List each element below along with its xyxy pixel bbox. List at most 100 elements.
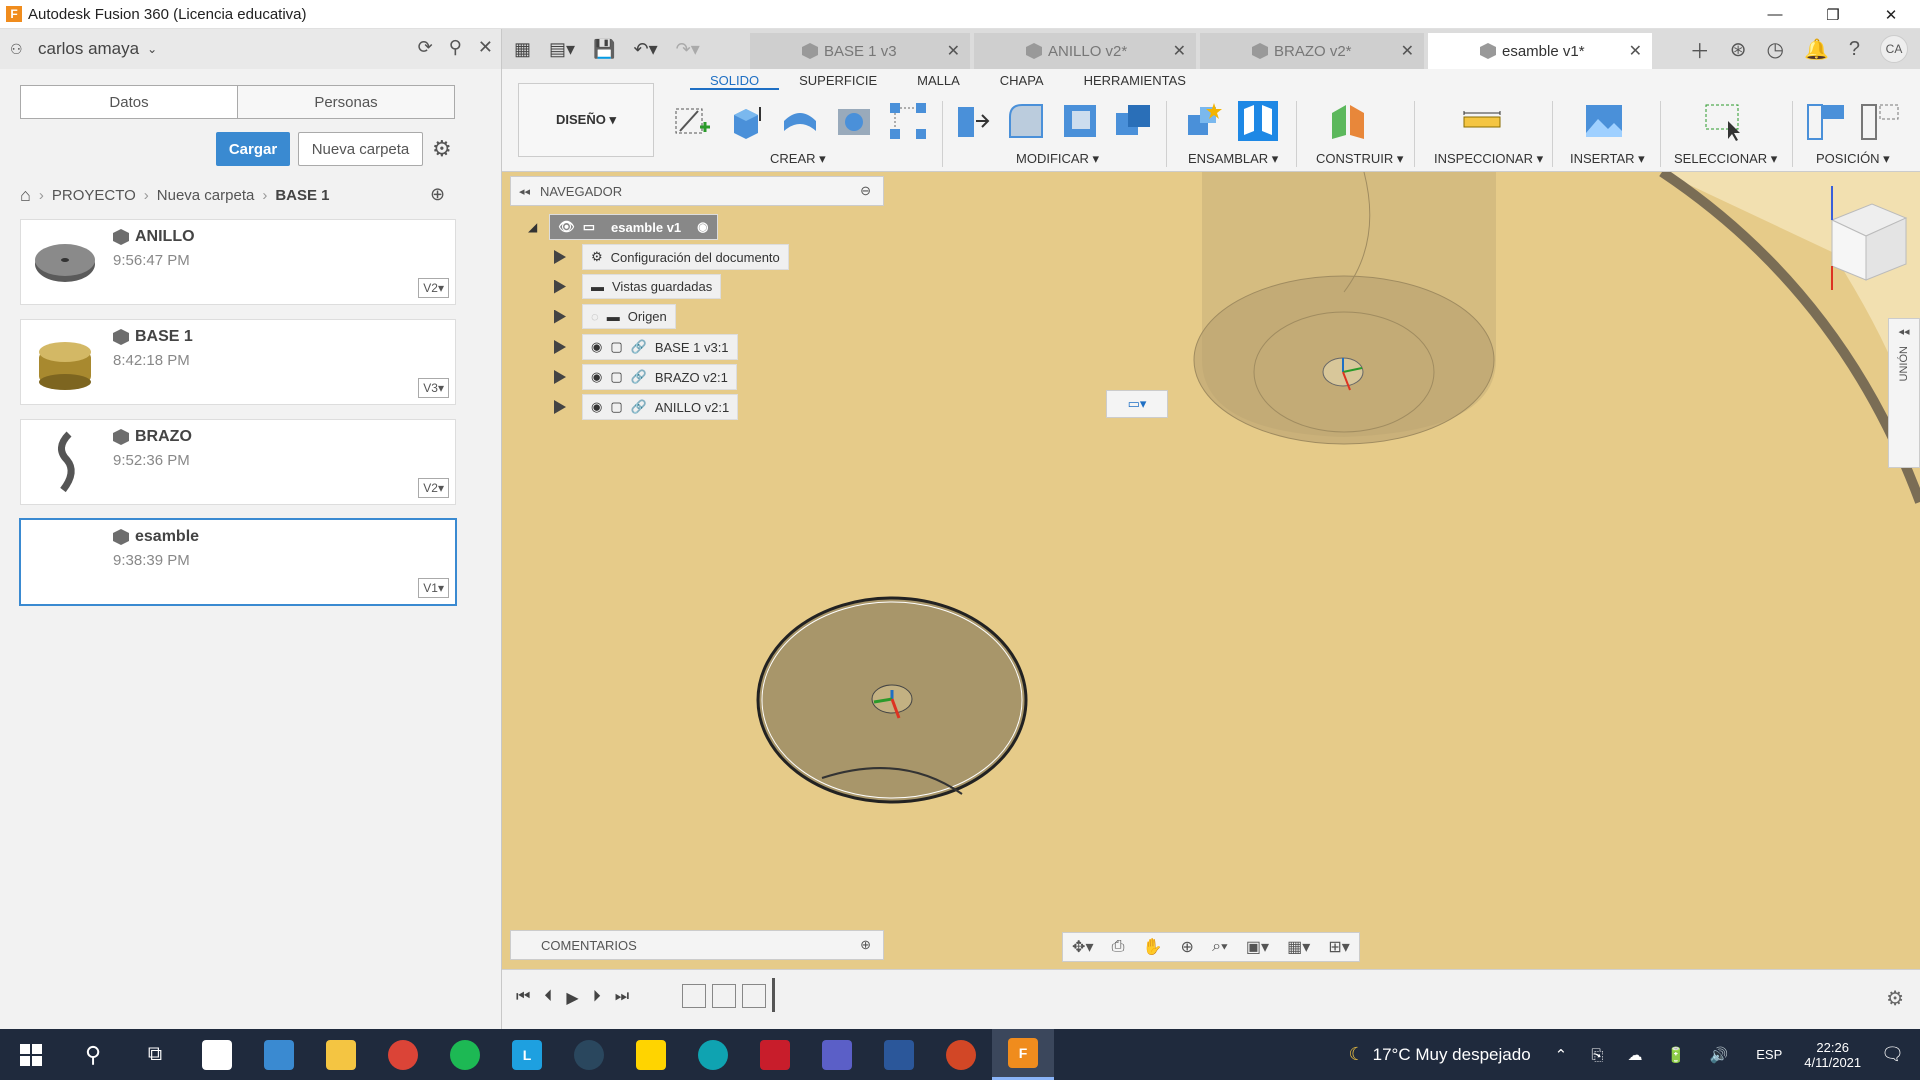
chrome-icon[interactable]	[372, 1029, 434, 1080]
expand-triangle-icon[interactable]	[554, 400, 566, 414]
comments-panel[interactable]: COMENTARIOS ⊕	[510, 930, 884, 960]
file-card-anillo[interactable]: ANILLO 9:56:47 PM V2▾	[20, 219, 456, 305]
close-tab-icon[interactable]: ✕	[947, 41, 960, 61]
minimize-button[interactable]: —	[1746, 0, 1804, 29]
gear-icon[interactable]: ⚙	[432, 136, 452, 162]
look-at-icon[interactable]: ⎙	[1112, 938, 1125, 956]
zoom-icon[interactable]: ⊕	[1181, 937, 1194, 957]
group-posicion[interactable]: POSICIÓN ▾	[1816, 151, 1890, 167]
eye-icon[interactable]: ◉	[591, 339, 602, 355]
timeline-settings-icon[interactable]: ⚙	[1886, 986, 1904, 1011]
extensions-icon[interactable]: ⊛	[1730, 37, 1747, 62]
minimize-panel-icon[interactable]: ⊖	[860, 183, 871, 199]
pan-icon[interactable]: ✋	[1143, 937, 1163, 957]
tab-personas[interactable]: Personas	[238, 86, 454, 118]
teams-icon[interactable]	[806, 1029, 868, 1080]
tree-root[interactable]: ◢ 👁 ▭ esamble v1 ◉	[528, 214, 718, 240]
weather-text[interactable]: 17°C Muy despejado	[1373, 1045, 1531, 1065]
timeline-feature-icon[interactable]	[712, 984, 736, 1008]
workspace-switcher[interactable]: DISEÑO ▾	[518, 83, 654, 157]
breadcrumb-project[interactable]: PROYECTO	[52, 187, 136, 204]
l-app-icon[interactable]: L	[496, 1029, 558, 1080]
play-icon[interactable]: ▶	[566, 988, 578, 1008]
tab-malla[interactable]: MALLA	[897, 73, 980, 90]
group-crear[interactable]: CREAR ▾	[770, 151, 826, 167]
group-seleccionar[interactable]: SELECCIONAR ▾	[1674, 151, 1777, 167]
tab-chapa[interactable]: CHAPA	[980, 73, 1064, 90]
expand-triangle-icon[interactable]	[554, 340, 566, 354]
fit-icon[interactable]: ⌕▾	[1212, 938, 1228, 956]
team-icon[interactable]: ⚇	[10, 41, 30, 58]
go-to-start-icon[interactable]: ⏮	[516, 988, 530, 1008]
home-icon[interactable]: ⌂	[20, 185, 31, 206]
step-back-icon[interactable]: ⏴	[544, 988, 552, 1008]
file-card-base1[interactable]: BASE 1 8:42:18 PM V3▾	[20, 319, 456, 405]
navigator-header[interactable]: ◂◂ NAVEGADOR ⊖	[510, 176, 884, 206]
eye-hidden-icon[interactable]: ◌	[591, 309, 599, 324]
file-explorer-icon[interactable]	[310, 1029, 372, 1080]
tree-item[interactable]: ▬ Vistas guardadas	[554, 274, 722, 299]
view-cube[interactable]	[1802, 180, 1912, 290]
search-icon[interactable]: ⚲	[449, 37, 462, 58]
step-forward-icon[interactable]: ⏵	[593, 988, 601, 1008]
new-tab-icon[interactable]: ＋	[1690, 35, 1710, 64]
version-badge[interactable]: V1▾	[418, 578, 449, 598]
tab-esamble[interactable]: esamble v1* ✕	[1428, 33, 1652, 69]
search-icon[interactable]: ⚲	[62, 1029, 124, 1080]
undo-icon[interactable]: ↶▾	[633, 39, 657, 60]
capture-position-icon[interactable]	[1806, 101, 1846, 141]
display-mode-icon[interactable]: ▣▾	[1246, 937, 1269, 957]
orbit-icon[interactable]: ✥▾	[1072, 937, 1093, 957]
user-name[interactable]: carlos amaya	[38, 39, 139, 59]
pattern-icon[interactable]	[888, 101, 928, 141]
fillet-icon[interactable]	[1006, 101, 1046, 141]
tree-item[interactable]: ◉ ▢ 🔗 ANILLO v2:1	[554, 394, 739, 420]
group-construir[interactable]: CONSTRUIR ▾	[1316, 151, 1403, 167]
tab-anillo[interactable]: ANILLO v2* ✕	[974, 33, 1196, 69]
expand-icon[interactable]: ◂◂	[1898, 325, 1909, 338]
clock[interactable]: 22:26 4/11/2021	[1804, 1040, 1861, 1070]
revert-position-icon[interactable]	[1860, 101, 1900, 141]
spotify-icon[interactable]	[434, 1029, 496, 1080]
tab-datos[interactable]: Datos	[21, 86, 238, 118]
steam-icon[interactable]	[558, 1029, 620, 1080]
tab-brazo[interactable]: BRAZO v2* ✕	[1200, 33, 1424, 69]
joint-icon[interactable]	[1238, 101, 1278, 141]
insert-image-icon[interactable]	[1584, 101, 1624, 141]
create-sketch-icon[interactable]	[672, 101, 712, 141]
chevron-down-icon[interactable]: ⌄	[147, 42, 157, 56]
tab-superficie[interactable]: SUPERFICIE	[779, 73, 897, 90]
collapse-triangle-icon[interactable]: ◢	[528, 220, 537, 234]
tree-item[interactable]: ⚙ Configuración del documento	[554, 244, 789, 270]
eye-icon[interactable]: ◉	[591, 369, 602, 385]
timeline-marker-icon[interactable]	[772, 978, 788, 1012]
close-tab-icon[interactable]: ✕	[1173, 41, 1186, 61]
valorant-icon[interactable]	[744, 1029, 806, 1080]
help-icon[interactable]: ?	[1849, 38, 1860, 61]
construct-plane-icon[interactable]	[1328, 101, 1368, 141]
hole-icon[interactable]	[834, 101, 874, 141]
mail-icon[interactable]	[248, 1029, 310, 1080]
job-status-icon[interactable]: ◷	[1767, 37, 1784, 62]
refresh-icon[interactable]: ⟳	[418, 37, 433, 58]
close-tab-icon[interactable]: ✕	[1629, 41, 1642, 61]
version-badge[interactable]: V3▾	[418, 378, 449, 398]
viewports-icon[interactable]: ⊞▾	[1328, 937, 1349, 957]
word-icon[interactable]	[868, 1029, 930, 1080]
tray-icons[interactable]: ⌃ ⎘ ☁ 🔋 🔊	[1555, 1046, 1739, 1064]
weather-icon[interactable]: ☾	[1349, 1044, 1365, 1065]
expand-triangle-icon[interactable]	[554, 279, 566, 294]
tree-item[interactable]: ◉ ▢ 🔗 BRAZO v2:1	[554, 364, 737, 390]
avatar[interactable]: CA	[1880, 35, 1908, 63]
extrude-icon[interactable]	[726, 101, 766, 141]
tab-base1[interactable]: BASE 1 v3 ✕	[750, 33, 970, 69]
grid-menu-icon[interactable]: ▦	[514, 39, 531, 60]
globe-icon[interactable]: ⊕	[430, 184, 445, 205]
go-to-end-icon[interactable]: ⏭	[615, 988, 629, 1008]
group-ensamblar[interactable]: ENSAMBLAR ▾	[1188, 151, 1278, 167]
add-comment-icon[interactable]: ⊕	[860, 937, 871, 953]
close-icon[interactable]: ✕	[478, 37, 493, 58]
combine-icon[interactable]	[1114, 101, 1154, 141]
file-card-brazo[interactable]: BRAZO 9:52:36 PM V2▾	[20, 419, 456, 505]
press-pull-icon[interactable]	[952, 101, 992, 141]
